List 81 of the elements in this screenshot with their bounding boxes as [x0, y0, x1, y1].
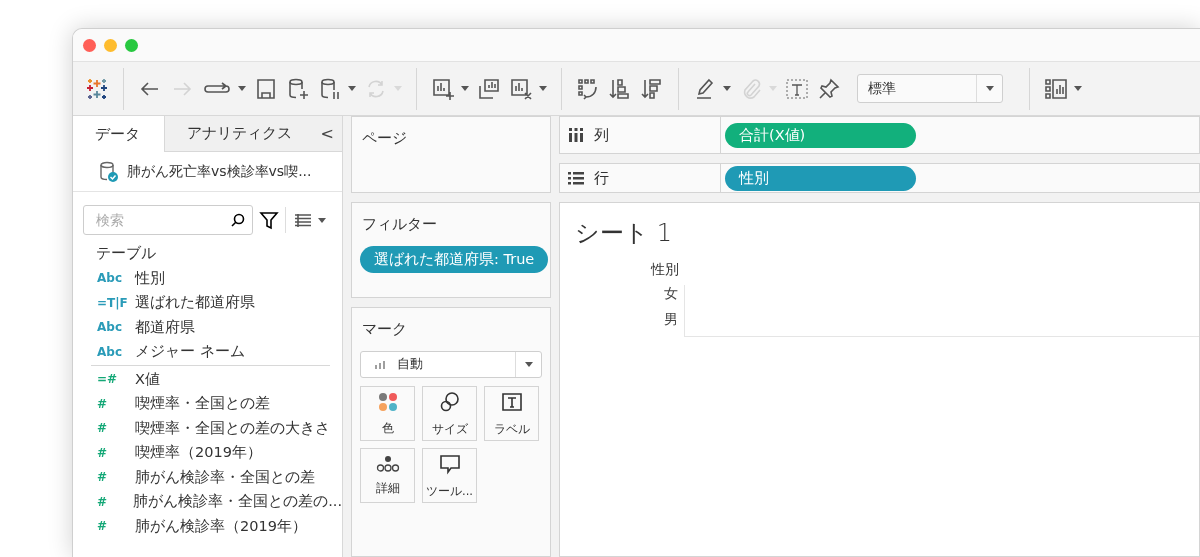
field-type-icon: #: [97, 519, 135, 534]
mark-property-button[interactable]: ラベル: [484, 386, 539, 442]
caret-icon: [461, 86, 469, 91]
caret-icon: [524, 362, 533, 368]
pane-tab[interactable]: アナリティクス: [163, 116, 315, 152]
chart-copy-icon: [477, 76, 501, 101]
search-box[interactable]: 検索: [83, 205, 253, 235]
text-box-icon: [785, 76, 809, 101]
datasource-icon: [99, 160, 119, 183]
mark-property-button[interactable]: 詳細: [360, 448, 415, 504]
mark-property-button[interactable]: ツール...: [422, 448, 477, 504]
field-name[interactable]: 都道府県: [135, 317, 195, 337]
view-size-select[interactable]: 標準: [857, 74, 1003, 103]
swap-icon: [576, 76, 600, 101]
field-type-icon: Abc: [97, 344, 135, 359]
field-type-icon: #: [97, 396, 135, 411]
section-heading: テーブル: [95, 243, 157, 264]
list-icon: [294, 213, 312, 227]
datasource-name[interactable]: 肺がん死亡率vs検診率vs喫...: [127, 162, 312, 181]
bars-icon: [375, 359, 387, 370]
field-type-icon: =#: [97, 372, 135, 387]
database-pause-icon: [318, 76, 342, 101]
field-name[interactable]: 性別: [135, 268, 165, 288]
caret-icon: [723, 86, 731, 91]
search-icon: [230, 212, 246, 228]
sort-descending-icon: [640, 76, 664, 101]
save-icon: [254, 76, 278, 101]
columns-icon: [568, 127, 584, 143]
speech-bubble-icon: [437, 452, 462, 477]
card-title: マーク: [361, 320, 408, 340]
card-title: ページ: [361, 129, 408, 148]
shelf-label: 列: [594, 125, 609, 145]
caret-icon: [394, 86, 402, 91]
view-options-button[interactable]: [292, 211, 328, 229]
caret-icon: [769, 86, 777, 91]
sheet-title: シート 1: [575, 218, 673, 249]
sort-ascending-icon: [608, 76, 632, 101]
mark-type-select[interactable]: 自動: [360, 351, 542, 379]
field-name[interactable]: 肺がん検診率・全国との差の...: [133, 492, 342, 512]
chart-plus-icon: [431, 76, 455, 101]
card-title: フィルター: [361, 214, 438, 234]
collapse-pane-button[interactable]: <: [314, 116, 342, 152]
field-type-icon: #: [97, 421, 135, 436]
close-window-button[interactable]: [83, 38, 96, 52]
column-header: 性別: [649, 261, 680, 279]
caret-icon: [318, 217, 326, 223]
search-field[interactable]: 検索: [94, 211, 230, 229]
field-type-icon: Abc: [97, 320, 135, 335]
row-header: 男: [635, 311, 685, 337]
mark-type-value: 自動: [397, 356, 423, 374]
field-name[interactable]: 選ばれた都道府県: [135, 293, 255, 313]
field-type-icon: #: [97, 470, 135, 485]
caret-icon: [539, 86, 547, 91]
mark-property-button[interactable]: 色: [360, 386, 415, 442]
field-type-icon: #: [97, 445, 135, 460]
caret-icon: [238, 86, 246, 91]
filter-funnel-icon: [259, 210, 279, 230]
row-header: 女: [635, 285, 685, 311]
shelf-label: 行: [594, 168, 609, 188]
caret-icon: [1074, 86, 1082, 91]
database-plus-icon: [286, 76, 310, 101]
detail-dots-icon: [375, 455, 400, 474]
caret-icon: [348, 86, 356, 91]
logo-icon: [85, 76, 109, 101]
chart-clear-icon: [509, 76, 533, 101]
field-name[interactable]: 喫煙率（2019年）: [135, 443, 262, 463]
field-name[interactable]: 肺がん検診率（2019年）: [135, 516, 307, 536]
field-name[interactable]: メジャー ネーム: [135, 342, 245, 362]
field-type-icon: Abc: [97, 271, 135, 286]
rows-icon: [568, 170, 584, 186]
show-me-chart-icon: [1044, 76, 1068, 101]
color-dots-icon: [376, 391, 399, 414]
field-type-icon: =T|F: [97, 295, 135, 310]
pin-icon: [817, 76, 841, 101]
field-name[interactable]: X値: [135, 369, 160, 389]
field-name[interactable]: 喫煙率・全国との差: [135, 394, 270, 414]
mark-property-button[interactable]: サイズ: [422, 386, 477, 442]
field-name[interactable]: 喫煙率・全国との差の大きさ: [135, 418, 330, 438]
caret-icon: [985, 86, 994, 91]
field-type-icon: #: [97, 494, 134, 509]
field-name[interactable]: 肺がん検診率・全国との差: [135, 467, 315, 487]
